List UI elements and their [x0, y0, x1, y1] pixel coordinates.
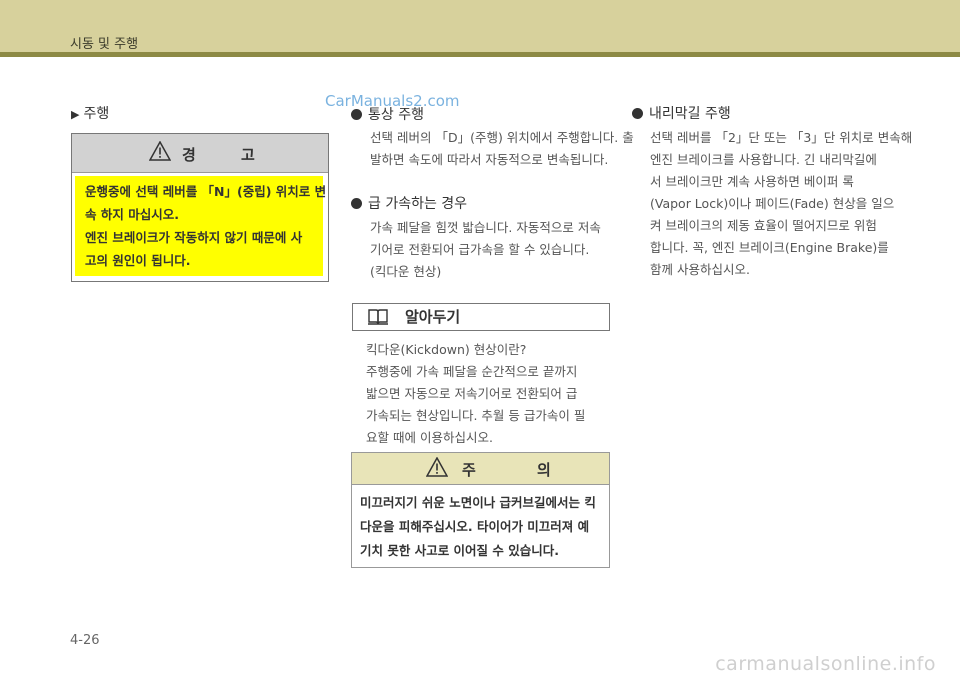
accel-text: 가속 페달을 힘껏 밟습니다. 자동적으로 저속 기어로 전환되어 급가속을 할…: [370, 217, 610, 283]
text-line: 킥다운(Kickdown) 현상이란?: [366, 342, 527, 357]
note-text: 킥다운(Kickdown) 현상이란? 주행중에 가속 페달을 순간적으로 끝까…: [366, 339, 606, 449]
text-line: 엔진 브레이크를 사용합니다. 긴 내리막길에: [650, 152, 877, 167]
text-line: 기어로 전환되어 급가속을 할 수 있습니다.: [370, 242, 590, 257]
text-line: (킥다운 현상): [370, 264, 442, 279]
section-title-downhill: 내리막길 주행: [632, 103, 731, 123]
normal-driving-text: 선택 레버의 「D」(주행) 위치에서 주행합니다. 출 발하면 속도에 따라서…: [370, 127, 634, 171]
section-title-text: 통상 주행: [368, 107, 424, 123]
text-line: 가속되는 현상입니다. 추월 등 급가속이 필: [366, 408, 586, 423]
warning-header: 경 고: [72, 134, 328, 173]
text-line: 주행중에 가속 페달을 순간적으로 끝까지: [366, 364, 578, 379]
caution-line: 미끄러지기 쉬운 노면이나 급커브길에서는 킥: [360, 495, 596, 510]
text-line: 서 브레이크만 계속 사용하면 베이퍼 록: [650, 174, 854, 189]
section-title-text: 급 가속하는 경우: [368, 196, 468, 212]
page-header: 시동 및 주행: [0, 0, 960, 52]
bullet-dot-icon: [632, 108, 643, 119]
note-box: 알아두기: [352, 303, 610, 331]
caution-line: 기치 못한 사고로 이어질 수 있습니다.: [360, 543, 560, 558]
downhill-text: 선택 레버를 「2」단 또는 「3」단 위치로 변속해 엔진 브레이크를 사용합…: [650, 127, 913, 281]
book-icon: [368, 309, 388, 325]
text-line: 함께 사용하십시오.: [650, 262, 750, 277]
text-line: (Vapor Lock)이나 페이드(Fade) 현상을 일으: [650, 196, 895, 211]
caution-triangle-icon: [426, 457, 448, 477]
bullet-dot-icon: [351, 198, 362, 209]
caution-title: 주 의: [462, 461, 579, 479]
section-title-normal: 통상 주행: [351, 104, 424, 124]
warning-line: 운행중에 선택 레버를 「N」(중립) 위치로 변: [85, 184, 327, 199]
bullet-dot-icon: [351, 109, 362, 120]
text-line: 밟으면 자동으로 저속기어로 전환되어 급: [366, 386, 578, 401]
text-line: 요할 때에 이용하십시오.: [366, 430, 493, 445]
warning-line: 엔진 브레이크가 작동하지 않기 때문에 사: [85, 230, 303, 245]
warning-triangle-icon: [149, 141, 171, 161]
caution-line: 다운을 피해주십시오. 타이어가 미끄러져 예: [360, 519, 590, 534]
footer-watermark: carmanualsonline.info: [715, 653, 936, 675]
warning-box: 경 고 운행중에 선택 레버를 「N」(중립) 위치로 변 속 하지 마십시오.…: [71, 133, 329, 282]
text-line: 합니다. 꼭, 엔진 브레이크(Engine Brake)를: [650, 240, 889, 255]
note-title: 알아두기: [405, 308, 461, 326]
section-title-driving: ▶ 주행: [71, 103, 109, 123]
text-line: 선택 레버의 「D」(주행) 위치에서 주행합니다. 출: [370, 130, 634, 145]
section-title-accel: 급 가속하는 경우: [351, 193, 467, 213]
warning-body: 운행중에 선택 레버를 「N」(중립) 위치로 변 속 하지 마십시오. 엔진 …: [75, 176, 327, 276]
section-title-text: 주행: [83, 106, 110, 122]
caution-body: 미끄러지기 쉬운 노면이나 급커브길에서는 킥 다운을 피해주십시오. 타이어가…: [360, 491, 596, 563]
header-divider: [0, 52, 960, 57]
page-number: 4-26: [70, 633, 100, 648]
text-line: 발하면 속도에 따라서 자동적으로 변속됩니다.: [370, 152, 609, 167]
caution-box: 주 의 미끄러지기 쉬운 노면이나 급커브길에서는 킥 다운을 피해주십시오. …: [351, 452, 610, 568]
caution-header: 주 의: [352, 453, 609, 485]
section-title-text: 내리막길 주행: [649, 106, 731, 122]
text-line: 가속 페달을 힘껏 밟습니다. 자동적으로 저속: [370, 220, 601, 235]
warning-title: 경 고: [182, 146, 275, 164]
chapter-title: 시동 및 주행: [70, 37, 139, 52]
text-line: 켜 브레이크의 제동 효율이 떨어지므로 위험: [650, 218, 877, 233]
warning-line: 고의 원인이 됩니다.: [85, 253, 191, 268]
warning-line: 속 하지 마십시오.: [85, 207, 179, 222]
triangle-bullet-icon: ▶: [71, 108, 80, 121]
text-line: 선택 레버를 「2」단 또는 「3」단 위치로 변속해: [650, 130, 913, 145]
